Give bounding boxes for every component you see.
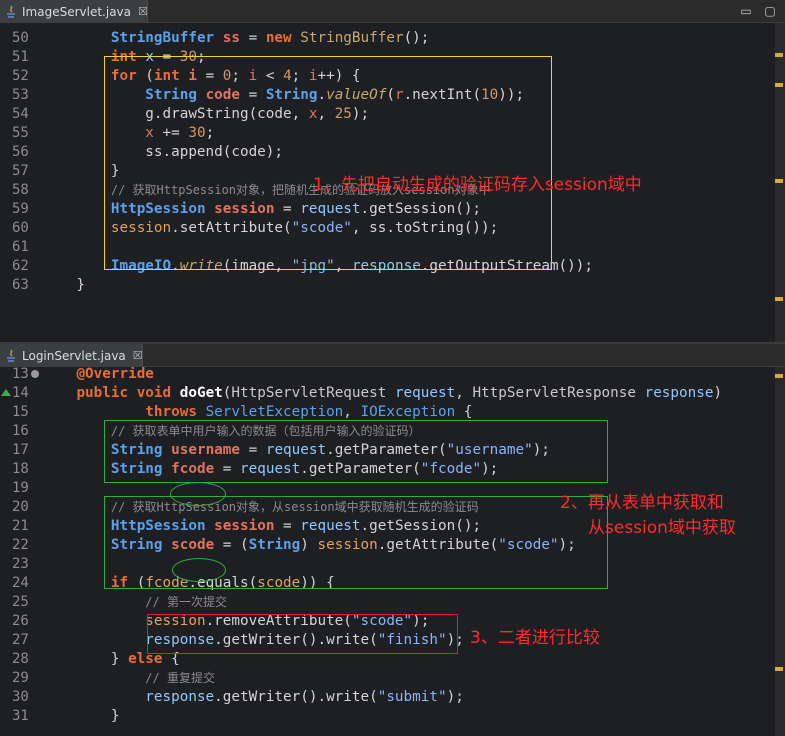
editor-pane-image-servlet: ImageServlet.java ☒ ▭ ▢ 4950 StringBuffe… bbox=[0, 0, 785, 342]
highlight-ellipse-scode bbox=[172, 558, 226, 582]
annotation-step-1: 1、先把自动生成的验证码存入session域中 bbox=[313, 175, 642, 195]
line-number: 16 bbox=[12, 423, 29, 439]
overview-ruler-marker[interactable] bbox=[775, 297, 783, 301]
close-tab-icon[interactable]: ☒ bbox=[138, 5, 148, 18]
close-tab-icon[interactable]: ☒ bbox=[133, 349, 143, 362]
overview-ruler-marker[interactable] bbox=[775, 667, 783, 671]
code-text[interactable]: // 重复提交 bbox=[42, 669, 215, 688]
code-editor-top[interactable]: 4950 StringBuffer ss = new StringBuffer(… bbox=[0, 23, 785, 342]
line-number: 23 bbox=[12, 556, 29, 572]
code-text[interactable]: } bbox=[42, 707, 120, 726]
line-number: 29 bbox=[12, 670, 29, 686]
line-number: 24 bbox=[12, 575, 29, 591]
overview-ruler-marker[interactable] bbox=[775, 53, 783, 57]
line-number: 14 bbox=[12, 385, 29, 401]
editor-tabbar: ImageServlet.java ☒ ▭ ▢ bbox=[0, 0, 785, 23]
vertical-scrollbar[interactable] bbox=[775, 367, 785, 736]
line-number: 54 bbox=[12, 106, 29, 122]
code-text[interactable]: public void doGet(HttpServletRequest req… bbox=[42, 384, 722, 403]
tab-label: LoginServlet.java bbox=[22, 348, 126, 363]
highlight-box-green-1 bbox=[104, 420, 608, 483]
maximize-icon[interactable]: ▢ bbox=[762, 3, 778, 19]
line-number: 25 bbox=[12, 594, 29, 610]
minimize-icon[interactable]: ▭ bbox=[738, 3, 754, 19]
line-number: 27 bbox=[12, 632, 29, 648]
line-number: 62 bbox=[12, 258, 29, 274]
highlight-box-yellow bbox=[104, 56, 552, 270]
line-number: 51 bbox=[12, 49, 29, 65]
code-text[interactable]: } bbox=[42, 276, 85, 295]
line-number: 26 bbox=[12, 613, 29, 629]
line-number: 19 bbox=[12, 480, 29, 496]
annotation-step-2-line1: 2、再从表单中获取和 bbox=[560, 493, 724, 513]
fold-collapse-icon[interactable] bbox=[31, 370, 39, 378]
editor-pane-login-servlet: LoginServlet.java ☒ 13 @Override 14 publi… bbox=[0, 344, 785, 736]
code-editor-bottom[interactable]: 13 @Override 14 public void doGet(HttpSer… bbox=[0, 367, 785, 736]
line-number: 22 bbox=[12, 537, 29, 553]
line-number: 18 bbox=[12, 461, 29, 477]
line-number: 57 bbox=[12, 163, 29, 179]
annotation-step-2-line2: 从session域中获取 bbox=[588, 518, 736, 538]
line-number: 59 bbox=[12, 201, 29, 217]
highlight-box-red bbox=[147, 614, 458, 654]
line-number: 30 bbox=[12, 689, 29, 705]
line-number: 63 bbox=[12, 277, 29, 293]
line-number: 56 bbox=[12, 144, 29, 160]
line-number: 28 bbox=[12, 651, 29, 667]
override-marker-icon bbox=[1, 389, 11, 396]
overview-ruler-marker[interactable] bbox=[775, 374, 783, 378]
tab-image-servlet[interactable]: ImageServlet.java ☒ bbox=[0, 0, 148, 23]
editor-tabbar: LoginServlet.java ☒ bbox=[0, 344, 785, 367]
java-file-icon bbox=[6, 4, 17, 19]
line-number: 50 bbox=[12, 30, 29, 46]
annotation-step-3: 3、二者进行比较 bbox=[470, 628, 600, 648]
code-text[interactable]: // 第一次提交 bbox=[42, 593, 227, 612]
line-number: 21 bbox=[12, 518, 29, 534]
line-number: 15 bbox=[12, 404, 29, 420]
line-number: 31 bbox=[12, 708, 29, 724]
line-number: 58 bbox=[12, 182, 29, 198]
tab-label: ImageServlet.java bbox=[22, 4, 131, 19]
code-text[interactable]: StringBuffer ss = new StringBuffer(); bbox=[42, 29, 430, 48]
line-number: 60 bbox=[12, 220, 29, 236]
line-number: 52 bbox=[12, 68, 29, 84]
line-number: 20 bbox=[12, 499, 29, 515]
code-text[interactable]: @Override bbox=[42, 367, 153, 384]
line-number: 53 bbox=[12, 87, 29, 103]
line-number: 61 bbox=[12, 239, 29, 255]
line-number: 17 bbox=[12, 442, 29, 458]
overview-ruler-marker[interactable] bbox=[775, 179, 783, 183]
java-file-icon bbox=[6, 348, 17, 363]
code-text[interactable]: response.getWriter().write("submit"); bbox=[42, 688, 464, 707]
tab-login-servlet[interactable]: LoginServlet.java ☒ bbox=[0, 344, 143, 367]
line-number: 55 bbox=[12, 125, 29, 141]
overview-ruler-marker[interactable] bbox=[775, 83, 783, 87]
highlight-ellipse-fcode bbox=[170, 482, 226, 506]
